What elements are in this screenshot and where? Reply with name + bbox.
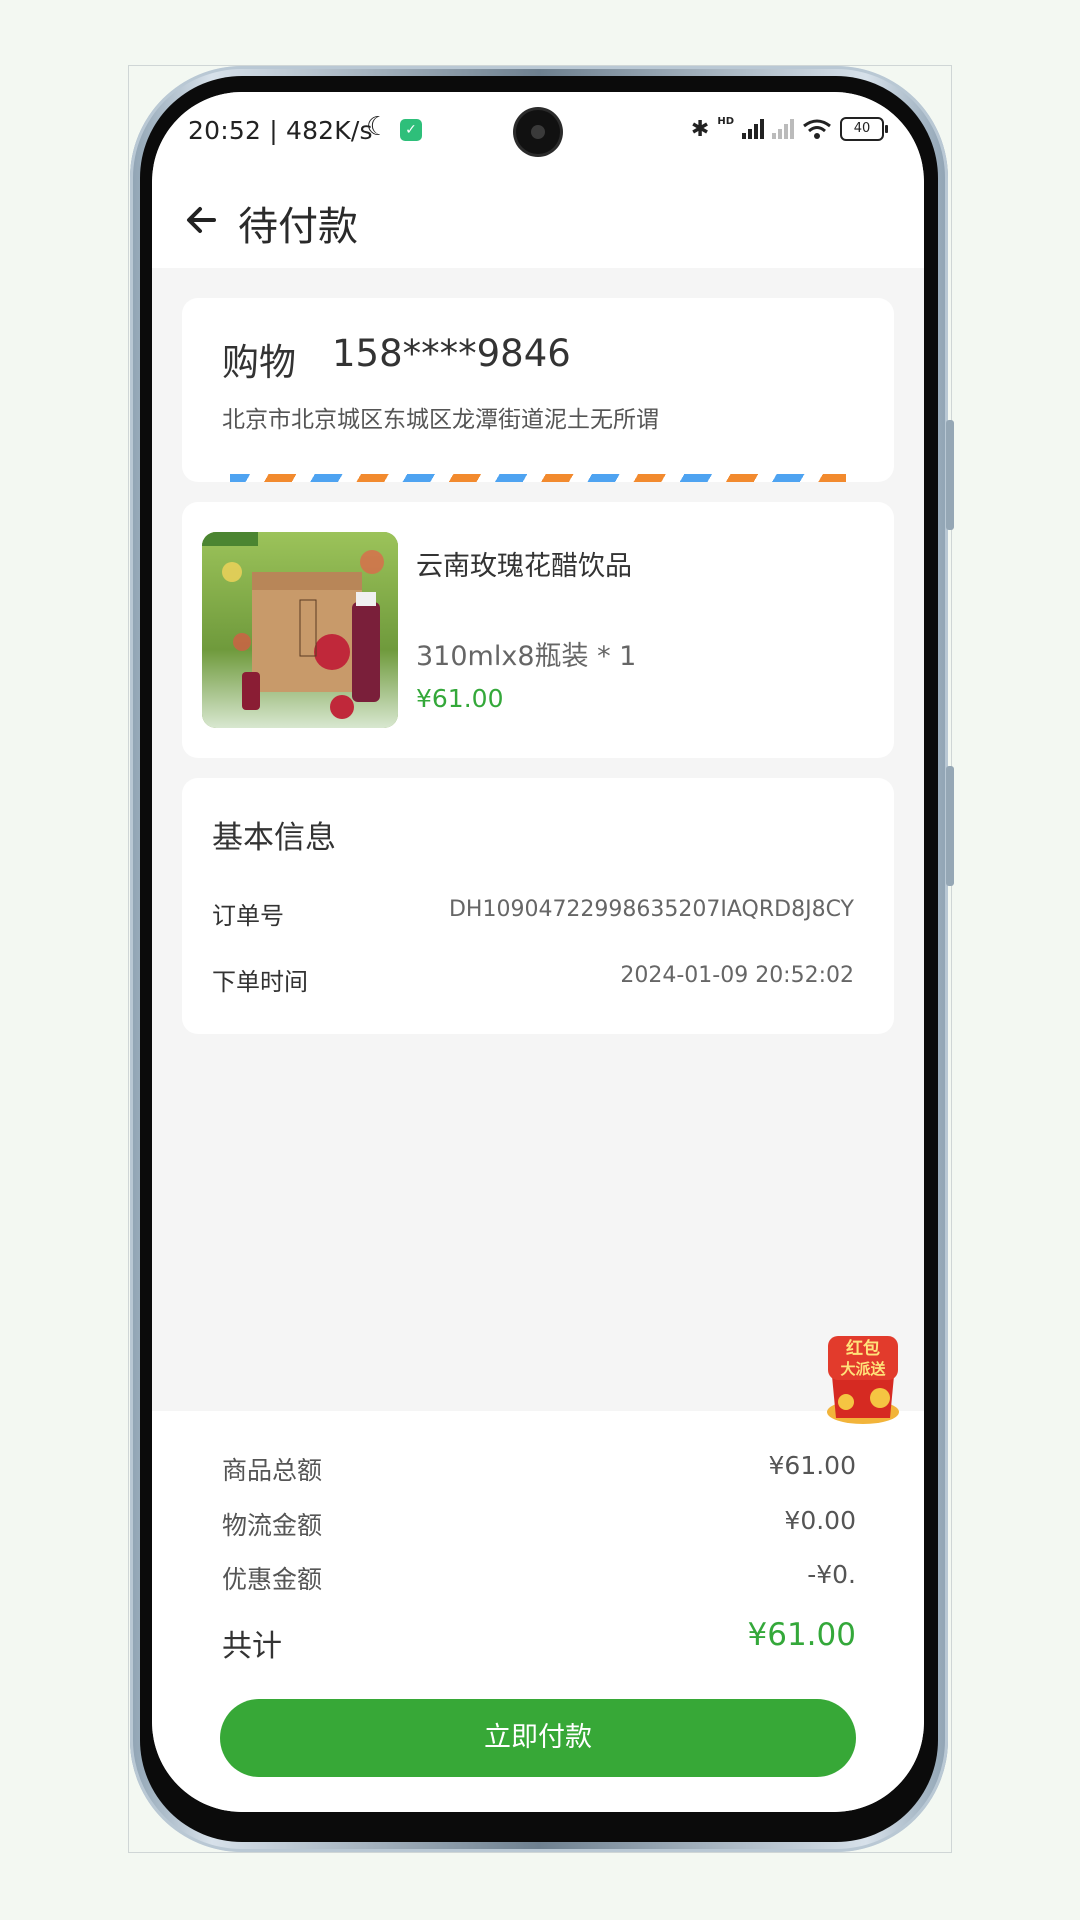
total-label: 共计 [222,1629,282,1664]
bluetooth-icon: ✱ [690,116,710,142]
hd-label: HD [717,116,734,127]
recipient-phone: 158****9846 [332,332,571,375]
page-title: 待付款 [238,204,358,250]
status-icons: ✱ HD 40 [690,116,888,142]
recipient-name: 购物 [222,341,296,384]
goods-total-label: 商品总额 [222,1456,323,1485]
signal-off-icon [772,119,794,139]
shipping-label: 物流金额 [222,1511,323,1540]
order-number-value: DH10904722998635207IAQRD8J8CY [448,897,854,922]
address-card[interactable]: 购物 158****9846 北京市北京城区东城区龙潭街道泥土无所谓 [182,298,894,482]
discount-value: -¥0. [807,1560,856,1589]
pay-now-button[interactable]: 立即付款 [220,1699,856,1777]
product-card[interactable]: 云南玫瑰花醋饮品 310mlx8瓶装 * 1 ¥61.00 [182,502,894,758]
goods-total-value: ¥61.00 [768,1451,856,1480]
shipping-value: ¥0.00 [784,1506,856,1535]
wifi-icon [803,119,831,139]
shield-icon: ✓ [400,119,422,141]
red-packet-promo-icon[interactable]: 红包 大派送 [822,1332,904,1428]
volume-button [946,420,954,530]
order-time-value: 2024-01-09 20:52:02 [620,963,854,988]
order-number-label: 订单号 [212,902,284,930]
back-arrow-icon[interactable] [182,200,222,240]
signal-icon [742,119,764,139]
promo-line2: 大派送 [840,1360,886,1378]
payment-summary: 商品总额 ¥61.00 物流金额 ¥0.00 优惠金额 -¥0. 共计 ¥61.… [152,1411,924,1812]
section-title: 基本信息 [212,820,336,856]
moon-icon: ☾ [366,112,390,142]
discount-label: 优惠金额 [222,1565,323,1594]
envelope-stripe [230,474,846,482]
battery-icon: 40 [840,117,888,141]
product-name: 云南玫瑰花醋饮品 [416,551,632,582]
page-header: 待付款 [152,172,924,268]
address-detail: 北京市北京城区东城区龙潭街道泥土无所谓 [222,407,659,433]
product-price: ¥61.00 [416,684,504,713]
front-camera [516,110,560,154]
order-time-label: 下单时间 [212,968,308,996]
status-time: 20:52 | 482K/s [188,116,373,145]
product-spec: 310mlx8瓶装 * 1 [416,641,637,672]
total-value: ¥61.00 [747,1617,856,1653]
power-button [946,766,954,886]
basic-info-card: 基本信息 订单号 DH10904722998635207IAQRD8J8CY 下… [182,778,894,1034]
product-image [202,532,398,728]
app-screen: 20:52 | 482K/s ☾ ✓ ✱ HD 40 待付款 购物 158***… [152,92,924,1812]
status-bar: 20:52 | 482K/s ☾ ✓ ✱ HD 40 [152,92,924,172]
promo-line1: 红包 [846,1338,880,1359]
